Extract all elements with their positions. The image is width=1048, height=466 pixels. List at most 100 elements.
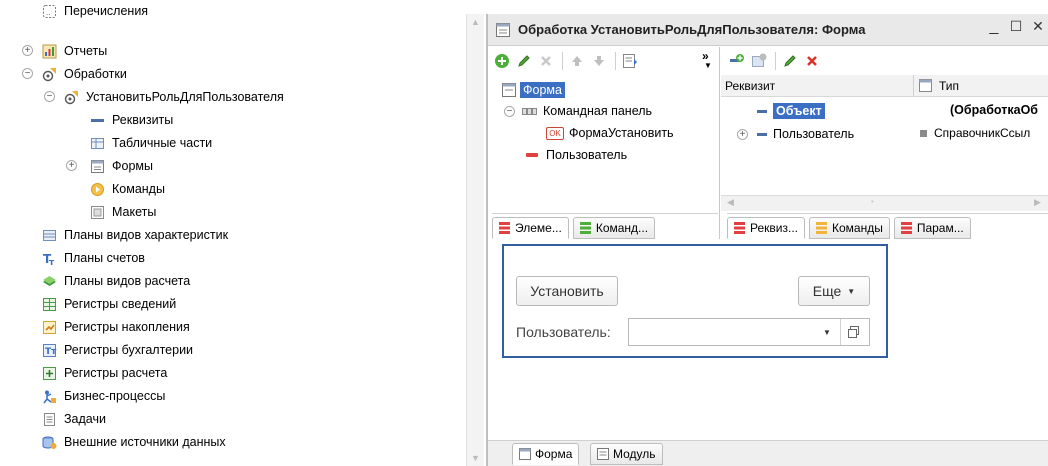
collapse-toggle[interactable]: − bbox=[44, 91, 55, 102]
form-preview[interactable]: Установить Еще ▼ Пользователь: ▼ bbox=[502, 244, 888, 358]
tree-item-reports[interactable]: Отчеты bbox=[42, 40, 107, 62]
tab-attributes-icon bbox=[734, 221, 746, 235]
tree-item-tasks[interactable]: Задачи bbox=[42, 408, 106, 430]
user-field[interactable]: ▼ bbox=[628, 318, 870, 346]
scroll-up-arrow-icon[interactable]: ▲ bbox=[467, 14, 484, 30]
tab-parameters[interactable]: Парам... bbox=[893, 217, 971, 239]
expand-toggle[interactable]: + bbox=[66, 160, 77, 171]
tree-item-charts-of-calculation-types[interactable]: Планы видов расчета bbox=[42, 270, 190, 292]
attributes-header: Реквизит Тип bbox=[721, 74, 1048, 97]
tree-item-accumulation-registers[interactable]: Регистры накопления bbox=[42, 316, 190, 338]
move-down-icon[interactable] bbox=[589, 51, 609, 71]
tree-item-forms[interactable]: Формы bbox=[90, 155, 153, 177]
tab-parameters-icon bbox=[900, 221, 913, 235]
scroll-left-arrow-icon[interactable]: ◀ bbox=[727, 197, 734, 208]
move-up-icon[interactable] bbox=[567, 51, 587, 71]
collapse-toggle[interactable]: − bbox=[22, 68, 33, 79]
element-form-row[interactable]: Форма bbox=[502, 80, 565, 100]
field-divider bbox=[840, 319, 841, 345]
form-editor-window: Обработка УстановитьРольДляПользователя:… bbox=[486, 14, 1048, 466]
tree-item-enums[interactable]: .. Перечисления bbox=[42, 0, 148, 22]
column-header-type[interactable]: Тип bbox=[939, 79, 959, 93]
attribute-name: Пользователь bbox=[773, 127, 855, 141]
tab-attributes[interactable]: Реквиз... bbox=[727, 217, 805, 239]
more-button[interactable]: Еще ▼ bbox=[798, 276, 870, 306]
add-table-icon[interactable] bbox=[749, 51, 769, 71]
close-button[interactable]: ✕ bbox=[1028, 18, 1048, 35]
column-header-attribute[interactable]: Реквизит bbox=[725, 79, 775, 93]
attribute-row-user[interactable]: Пользователь bbox=[757, 124, 854, 144]
tree-item-external-data-sources[interactable]: Внешние источники данных bbox=[42, 431, 226, 453]
editor-bottom-tabs: Форма Модуль bbox=[488, 440, 1048, 466]
tree-item-label: Отчеты bbox=[64, 44, 108, 58]
tab-form-commands-icon bbox=[815, 221, 828, 235]
chevron-down-icon: ▼ bbox=[847, 286, 856, 296]
maximize-button[interactable]: ☐ bbox=[1006, 18, 1026, 35]
dropdown-arrow-icon[interactable]: ▼ bbox=[823, 328, 831, 337]
tab-form-commands[interactable]: Команды bbox=[808, 217, 890, 239]
tree-item-dataprocessors[interactable]: Обработки bbox=[42, 63, 127, 85]
tree-item-label: Регистры сведений bbox=[64, 297, 177, 311]
properties-icon[interactable] bbox=[620, 51, 640, 71]
tree-item-label: Перечисления bbox=[64, 4, 149, 18]
form-icon bbox=[90, 159, 105, 174]
tab-form[interactable]: Форма bbox=[512, 443, 580, 465]
collapse-toggle[interactable]: − bbox=[504, 106, 515, 117]
delete-icon[interactable] bbox=[802, 51, 822, 71]
expand-toggle[interactable]: + bbox=[22, 45, 33, 56]
scroll-right-arrow-icon[interactable]: ▶ bbox=[1034, 197, 1041, 208]
attributes-toolbar bbox=[727, 47, 824, 75]
column-divider bbox=[913, 74, 914, 97]
set-button[interactable]: Установить bbox=[516, 276, 618, 306]
svg-text:..: .. bbox=[46, 8, 50, 17]
window-titlebar[interactable]: Обработка УстановитьРольДляПользователя:… bbox=[488, 14, 1048, 46]
template-icon bbox=[90, 205, 105, 220]
add-icon[interactable] bbox=[492, 51, 512, 71]
scroll-down-arrow-icon[interactable]: ▼ bbox=[467, 450, 484, 466]
attributes-panel: Реквизит Тип Объект (ОбработкаОб + Польз… bbox=[721, 47, 1048, 239]
open-reference-icon[interactable] bbox=[847, 325, 861, 339]
element-label: ФормаУстановить bbox=[569, 126, 674, 140]
enum-icon: .. bbox=[42, 4, 57, 19]
attribute-row-object[interactable]: Объект bbox=[757, 101, 825, 121]
chart-of-characteristic-types-icon bbox=[42, 228, 57, 243]
tab-module[interactable]: Модуль bbox=[590, 443, 663, 465]
tree-item-charts-of-characteristic-types[interactable]: Планы видов характеристик bbox=[42, 224, 228, 246]
tree-item-templates[interactable]: Макеты bbox=[90, 201, 156, 223]
add-attribute-icon[interactable] bbox=[727, 51, 747, 71]
edit-pencil-icon[interactable] bbox=[780, 51, 800, 71]
dataprocessor-icon bbox=[42, 67, 57, 82]
tab-elements-icon bbox=[499, 221, 511, 235]
delete-icon[interactable] bbox=[536, 51, 556, 71]
tree-item-calculation-registers[interactable]: Регистры расчета bbox=[42, 362, 167, 384]
tree-item-accounting-registers[interactable]: Тт Регистры бухгалтерии bbox=[42, 339, 193, 361]
tree-item-tabular-sections[interactable]: Табличные части bbox=[90, 132, 212, 154]
tab-label: Форма bbox=[535, 447, 573, 461]
window-title: Обработка УстановитьРольДляПользователя:… bbox=[518, 22, 866, 37]
elements-tabs: Элеме... Команд... bbox=[492, 213, 718, 239]
form-window-icon bbox=[496, 22, 510, 37]
tree-item-label: Планы счетов bbox=[64, 251, 145, 265]
tree-item-charts-of-accounts[interactable]: Тт Планы счетов bbox=[42, 247, 145, 269]
ok-button-icon: OK bbox=[546, 126, 564, 140]
expand-toggle[interactable]: + bbox=[737, 129, 748, 140]
tree-item-set-role-processor[interactable]: УстановитьРольДляПользователя bbox=[64, 86, 284, 108]
tab-elements[interactable]: Элеме... bbox=[492, 217, 569, 239]
dropdown-arrow-icon[interactable]: ▼ bbox=[704, 61, 712, 70]
horizontal-scrollbar[interactable]: ◀ ▪ ▶ bbox=[721, 195, 1048, 211]
accounting-register-icon: Тт bbox=[42, 343, 57, 358]
element-user-row[interactable]: Пользователь bbox=[526, 145, 627, 165]
metadata-tree[interactable]: .. Перечисления + Отчеты − Обработки − У… bbox=[0, 0, 466, 466]
tree-item-business-processes[interactable]: Бизнес-процессы bbox=[42, 385, 165, 407]
tree-item-attributes[interactable]: Реквизиты bbox=[90, 109, 173, 131]
chart-of-calculation-types-icon bbox=[42, 274, 57, 289]
edit-pencil-icon[interactable] bbox=[514, 51, 534, 71]
minimize-button[interactable]: _ bbox=[984, 18, 1004, 36]
element-command-bar-row[interactable]: Командная панель bbox=[522, 101, 652, 121]
tree-scrollbar[interactable]: ▲ ▼ bbox=[466, 14, 484, 466]
attribute-type: (ОбработкаОб bbox=[950, 103, 1039, 117]
tab-commands[interactable]: Команд... bbox=[572, 217, 656, 239]
tree-item-information-registers[interactable]: Регистры сведений bbox=[42, 293, 176, 315]
tree-item-commands[interactable]: Команды bbox=[90, 178, 165, 200]
element-form-set-button-row[interactable]: OK ФормаУстановить bbox=[546, 123, 674, 143]
